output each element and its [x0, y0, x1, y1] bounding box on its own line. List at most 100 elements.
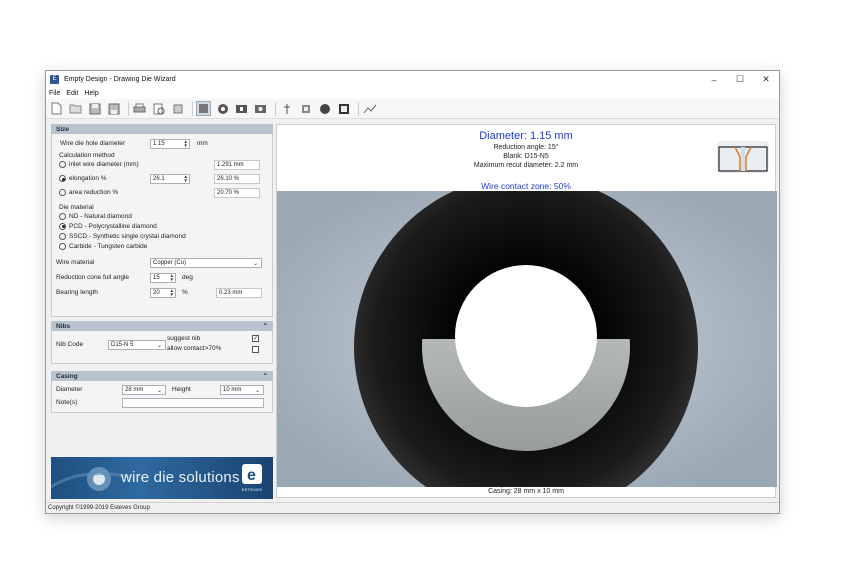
- diameter-input[interactable]: 1.15 ▲ ▼: [150, 138, 190, 149]
- new-file-icon[interactable]: [49, 101, 64, 116]
- size-section-header[interactable]: Size: [51, 124, 273, 134]
- notes-input[interactable]: [122, 397, 264, 408]
- die-view-icon[interactable]: [215, 101, 230, 116]
- pin-icon[interactable]: [279, 101, 294, 116]
- nibs-section: Nib Code D15-N 5 ⌄ suggest nib allow con…: [51, 331, 273, 364]
- casing-section-header[interactable]: Casing ⌃: [51, 371, 273, 381]
- window-title: Empty Design - Drawing Die Wizard: [64, 76, 176, 83]
- inlet-radio[interactable]: [59, 161, 66, 168]
- toolbar-divider: [275, 101, 276, 116]
- app-logo-icon: E: [50, 75, 59, 84]
- die-material-nd: ND - Natural diamond: [56, 211, 268, 221]
- size-header-label: Size: [56, 125, 70, 133]
- casing-dimensions-row: Diameter 28 mm ⌄ Height 10 mm ⌄: [56, 384, 268, 395]
- chevron-down-icon[interactable]: ⌄: [255, 387, 260, 395]
- section-view-icon[interactable]: [234, 101, 249, 116]
- die-section-thumbnail[interactable]: [713, 135, 773, 179]
- inlet-result: 1.291 mm: [214, 159, 260, 170]
- menu-help[interactable]: Help: [84, 90, 98, 97]
- menu-edit[interactable]: Edit: [66, 90, 78, 97]
- menu-bar: File Edit Help: [46, 88, 779, 99]
- bearing-input[interactable]: 20 ▲ ▼: [150, 287, 176, 298]
- inlet-label: inlet wire diameter (mm): [69, 161, 139, 168]
- menu-file[interactable]: File: [49, 90, 60, 97]
- chevron-down-icon[interactable]: ⌄: [157, 342, 162, 350]
- diameter-unit: mm: [197, 140, 208, 147]
- export-icon[interactable]: [170, 101, 185, 116]
- allow-contact-checkbox[interactable]: [252, 346, 259, 353]
- reduction-cone-input[interactable]: 15 ▲ ▼: [150, 272, 176, 283]
- print-icon[interactable]: [132, 101, 147, 116]
- casing-diameter-select[interactable]: 28 mm ⌄: [122, 384, 166, 395]
- wire-spool-icon: [51, 467, 131, 491]
- close-button[interactable]: ✕: [753, 71, 779, 88]
- chevron-down-icon[interactable]: ⌄: [157, 387, 162, 395]
- chart-icon[interactable]: [362, 101, 377, 116]
- diameter-row: Wire die hole diameter 1.15 ▲ ▼ mm: [56, 138, 268, 149]
- spin-arrows-icon[interactable]: ▲ ▼: [184, 174, 188, 183]
- side-view-icon[interactable]: [253, 101, 268, 116]
- toolbar-divider: [192, 101, 193, 116]
- nib-icon[interactable]: [298, 101, 313, 116]
- bearing-result: 0.23 mm: [216, 287, 262, 298]
- reduction-cone-row: Reduction cone full angle 15 ▲ ▼ deg: [56, 272, 268, 283]
- toolbar: [46, 99, 779, 119]
- spin-arrows-icon[interactable]: ▲ ▼: [184, 139, 188, 148]
- minimize-button[interactable]: –: [701, 71, 727, 88]
- spin-arrows-icon[interactable]: ▲ ▼: [170, 288, 174, 297]
- elongation-row: elongation % 26.1 ▲ ▼ 26.10 %: [56, 173, 268, 184]
- collapse-icon[interactable]: ⌃: [263, 372, 268, 380]
- casing-height-label: Height: [172, 386, 191, 393]
- nib-code-row: Nib Code D15-N 5 ⌄: [56, 339, 268, 350]
- wire-material-select[interactable]: Copper (Cu) ⌄: [150, 257, 262, 268]
- nibs-header-label: Nibs: [56, 322, 71, 330]
- chevron-down-icon[interactable]: ⌄: [253, 260, 258, 268]
- preview-panel: Diameter: 1.15 mm Reduction angle: 15° B…: [276, 124, 777, 498]
- nd-radio[interactable]: [59, 212, 66, 220]
- max-recut-text: Maximum recut diameter: 2.2 mm: [473, 162, 579, 169]
- nd-label: ND - Natural diamond: [69, 212, 132, 220]
- calc-method-label: Calculation method: [59, 152, 115, 159]
- sscd-radio[interactable]: [59, 232, 66, 240]
- area-radio[interactable]: [59, 189, 66, 196]
- elongation-radio[interactable]: [59, 175, 66, 182]
- die-visualization[interactable]: [277, 191, 777, 487]
- grid-view-icon[interactable]: [196, 101, 211, 116]
- area-row: area reduction % 20.70 %: [56, 187, 268, 198]
- toolbar-divider: [128, 101, 129, 116]
- maximize-button[interactable]: ☐: [727, 71, 753, 88]
- suggest-nib-checkbox[interactable]: ✓: [252, 335, 259, 342]
- wire-material-value: Copper (Cu): [153, 259, 187, 266]
- status-bar: Copyright ©1999-2019 Esteves Group: [46, 502, 779, 513]
- nib-code-label: Nib Code: [56, 341, 84, 348]
- nib-code-value: D15-N 5: [111, 341, 134, 348]
- layout-icon[interactable]: [336, 101, 351, 116]
- title-bar[interactable]: E Empty Design - Drawing Die Wizard – ☐ …: [46, 71, 779, 88]
- reduction-cone-label: Reduction cone full angle: [56, 274, 129, 281]
- left-panel: Size Wire die hole diameter 1.15 ▲ ▼ mm C…: [51, 124, 273, 500]
- elongation-input[interactable]: 26.1 ▲ ▼: [150, 173, 190, 184]
- reduction-cone-value: 15: [153, 274, 160, 281]
- casing-height-select[interactable]: 10 mm ⌄: [220, 384, 264, 395]
- carbide-radio[interactable]: [59, 242, 66, 250]
- spin-arrows-icon[interactable]: ▲ ▼: [170, 273, 174, 282]
- app-window: E Empty Design - Drawing Die Wizard – ☐ …: [45, 70, 780, 514]
- die-material-label: Die material: [59, 204, 94, 211]
- area-label: area reduction %: [69, 189, 119, 196]
- bearing-value: 20: [153, 289, 160, 296]
- pcd-label: PCD - Polycrystalline diamond: [69, 222, 157, 230]
- casing-height-value: 10 mm: [223, 386, 242, 393]
- nib-code-select[interactable]: D15-N 5 ⌄: [108, 339, 166, 350]
- diameter-input-value: 1.15: [153, 140, 165, 147]
- pcd-radio[interactable]: [59, 222, 66, 230]
- collapse-icon[interactable]: ⌃: [263, 322, 268, 330]
- toolbar-divider: [358, 101, 359, 116]
- open-folder-icon[interactable]: [68, 101, 83, 116]
- print-preview-icon[interactable]: [151, 101, 166, 116]
- elongation-result: 26.10 %: [214, 173, 260, 184]
- diameter-title: Diameter: 1.15 mm: [479, 130, 573, 142]
- save-icon[interactable]: [87, 101, 102, 116]
- material-icon[interactable]: [317, 101, 332, 116]
- nibs-section-header[interactable]: Nibs ⌃: [51, 321, 273, 331]
- save-as-icon[interactable]: [106, 101, 121, 116]
